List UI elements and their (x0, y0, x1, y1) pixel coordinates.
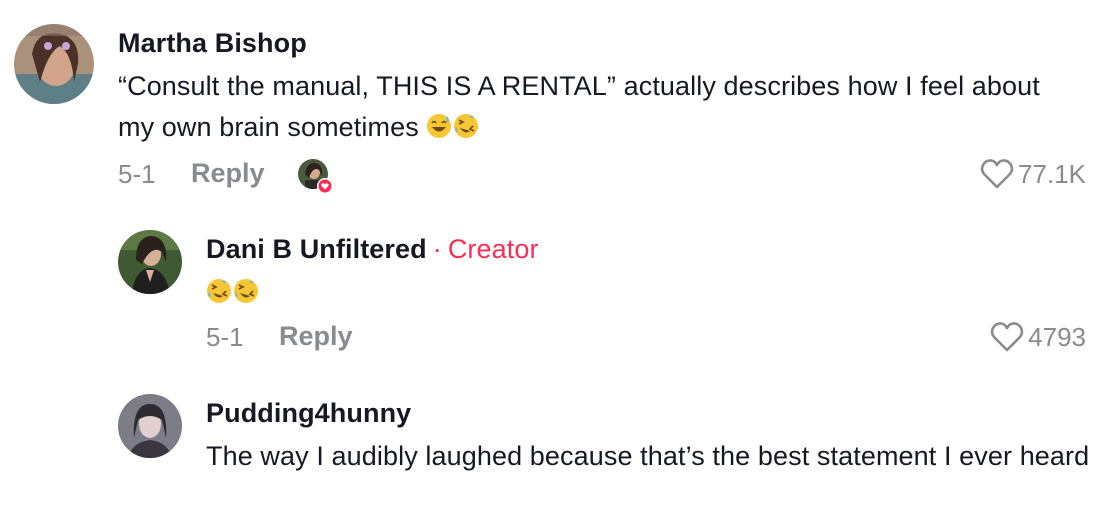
reply-button[interactable]: Reply (191, 158, 265, 189)
heart-icon (980, 159, 1014, 189)
creator-separator: · (432, 234, 442, 264)
comment-username[interactable]: Pudding4hunny (206, 398, 411, 429)
rofl-emoji (207, 279, 231, 303)
creator-tag: Creator (447, 234, 539, 264)
rofl-emoji (454, 114, 479, 138)
avatar[interactable] (118, 394, 182, 458)
like-button[interactable]: 77.1K (980, 158, 1086, 190)
like-button[interactable]: 4793 (990, 321, 1086, 353)
like-count: 4793 (1028, 321, 1086, 352)
comment-date: 5-1 (118, 159, 156, 189)
comment-text: The way I audibly laughed because that’s… (206, 441, 1090, 471)
comment-username[interactable]: Martha Bishop (118, 28, 307, 59)
comment-date: 5-1 (206, 322, 244, 352)
comment-username[interactable]: Dani B Unfiltered · Creator (206, 234, 539, 265)
creator-liked-badge (297, 158, 333, 194)
comment-text-content: “Consult the manual, THIS IS A RENTAL” a… (118, 71, 1040, 142)
rofl-emoji (234, 279, 258, 303)
sweat-smile-emoji (427, 114, 452, 138)
heart-icon (990, 322, 1024, 352)
like-count: 77.1K (1018, 158, 1086, 189)
avatar[interactable] (14, 24, 94, 104)
username-text: Dani B Unfiltered (206, 234, 427, 264)
comment-text: “Consult the manual, THIS IS A RENTAL” a… (118, 66, 1058, 148)
avatar[interactable] (118, 230, 182, 294)
comment-text (206, 272, 260, 313)
reply-button[interactable]: Reply (279, 321, 353, 352)
